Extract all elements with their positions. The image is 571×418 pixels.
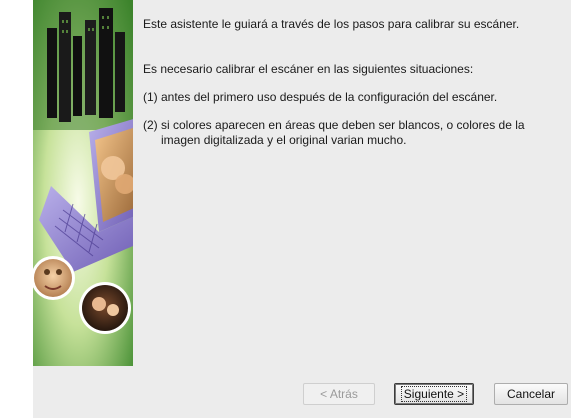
next-button[interactable]: Siguiente > <box>394 383 474 405</box>
scanner-illustration <box>33 0 133 366</box>
building-shape <box>47 28 57 118</box>
building-shape <box>115 32 125 112</box>
wizard-content: Este asistente le guiará a través de los… <box>143 10 563 350</box>
back-button[interactable]: < Atrás <box>303 383 375 405</box>
list-item-number: (2) <box>143 118 158 132</box>
building-shape <box>59 12 71 122</box>
list-item-number: (1) <box>143 90 158 104</box>
photo-circle-child <box>33 256 75 300</box>
building-shape <box>73 36 82 116</box>
situations-heading: Es necesario calibrar el escáner en las … <box>143 62 474 76</box>
building-shape <box>85 20 96 115</box>
wizard-side-image <box>33 0 133 366</box>
list-item-text: si colores aparecen en áreas que deben s… <box>161 118 525 147</box>
next-button-label: Siguiente > <box>400 386 468 402</box>
intro-text: Este asistente le guiará a través de los… <box>143 17 520 31</box>
list-item-text: antes del primero uso después de la conf… <box>161 90 498 104</box>
photo-circle-family <box>79 282 131 334</box>
calibration-wizard-window: Este asistente le guiará a través de los… <box>33 0 571 418</box>
building-shape <box>99 8 113 118</box>
button-bar: < Atrás Siguiente > Cancelar <box>33 366 571 418</box>
cancel-button[interactable]: Cancelar <box>494 383 568 405</box>
